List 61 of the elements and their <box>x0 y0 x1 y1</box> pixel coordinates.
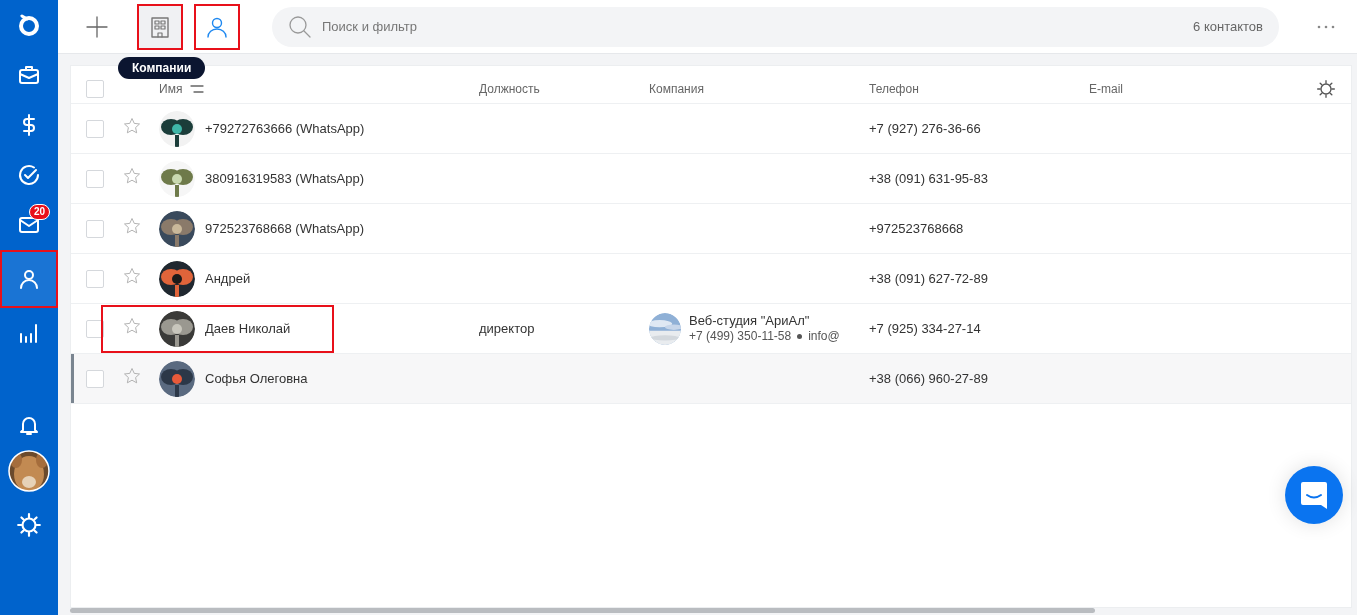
search-input[interactable]: Поиск и фильтр <box>320 15 1194 38</box>
contact-name[interactable]: Андрей <box>205 268 479 289</box>
checkbox[interactable] <box>86 119 104 138</box>
phone-number: +7 (925) 334-27-14 <box>869 319 982 338</box>
column-header[interactable]: Должность <box>479 79 649 98</box>
count-badge: 20 <box>29 204 51 220</box>
sidebar-item[interactable] <box>0 250 58 308</box>
star-icon[interactable] <box>123 216 141 235</box>
plus-icon <box>86 15 108 38</box>
contact-name[interactable]: Софья Олеговна <box>205 368 479 389</box>
company-name[interactable]: Веб-студия "АриАл" <box>689 312 840 330</box>
job-title: директор <box>479 319 536 338</box>
more-icon <box>1316 23 1336 30</box>
column-header[interactable]: Имя <box>159 79 183 98</box>
company-email: info@ <box>808 329 840 345</box>
contact-name[interactable]: +79272763666 (WhatsApp) <box>205 118 479 139</box>
star-icon[interactable] <box>123 266 141 285</box>
table-row[interactable]: Андрей +38 (091) 627-72-89 <box>71 254 1351 304</box>
scrollbar[interactable] <box>70 608 1095 613</box>
table-row[interactable]: 972523768668 (WhatsApp) +972523768668 <box>71 204 1351 254</box>
contact-name[interactable]: 972523768668 (WhatsApp) <box>205 218 479 239</box>
settings-icon <box>1316 78 1336 99</box>
phone-number: +38 (066) 960-27-89 <box>869 369 989 388</box>
column-header[interactable]: Телефон <box>869 79 1089 98</box>
person-icon <box>206 15 228 38</box>
checkbox[interactable] <box>86 219 104 238</box>
phone-number: +7 (927) 276-36-66 <box>869 119 982 138</box>
contact-name[interactable]: Даев Николай <box>205 318 479 339</box>
checkbox[interactable] <box>86 169 104 188</box>
separator-dot <box>797 334 803 340</box>
briefcase-icon <box>17 63 41 87</box>
check-circle-icon <box>17 163 41 187</box>
company-phone: +7 (499) 350-11-58 <box>689 329 792 345</box>
tooltip: Компании <box>118 56 206 79</box>
person-icon <box>17 267 41 291</box>
phone-number: +38 (091) 631-95-83 <box>869 169 989 188</box>
settings-icon <box>16 512 42 538</box>
contact-name[interactable]: 380916319583 (WhatsApp) <box>205 168 479 189</box>
contact-count: 6 контактов <box>1193 17 1263 36</box>
star-icon[interactable] <box>123 366 141 385</box>
logo-icon <box>17 13 41 37</box>
phone-number: +38 (091) 627-72-89 <box>869 269 989 288</box>
phone-number: +972523768668 <box>869 219 965 238</box>
checkbox[interactable] <box>86 369 104 388</box>
building-icon <box>149 15 171 38</box>
contacts-tab[interactable] <box>194 3 240 50</box>
sidebar-item[interactable]: 20 <box>0 200 58 250</box>
star-icon[interactable] <box>123 116 141 135</box>
search-icon <box>288 14 312 39</box>
checkbox[interactable] <box>86 269 104 288</box>
chat-icon <box>1300 480 1328 510</box>
table-row[interactable]: +79272763666 (WhatsApp) +7 (927) 276-36-66 <box>71 104 1351 154</box>
sort-icon <box>190 83 205 94</box>
star-icon[interactable] <box>123 166 141 185</box>
star-icon[interactable] <box>123 316 141 335</box>
table-row[interactable]: 380916319583 (WhatsApp) +38 (091) 631-95-83 <box>71 154 1351 204</box>
checkbox[interactable] <box>86 79 104 98</box>
column-header[interactable]: E-mail <box>1089 79 1301 98</box>
table-row[interactable]: Софья Олеговна +38 (066) 960-27-89 <box>71 354 1351 404</box>
search-field[interactable]: Поиск и фильтр 6 контактов <box>272 6 1279 47</box>
column-header[interactable]: Компания <box>649 79 869 98</box>
